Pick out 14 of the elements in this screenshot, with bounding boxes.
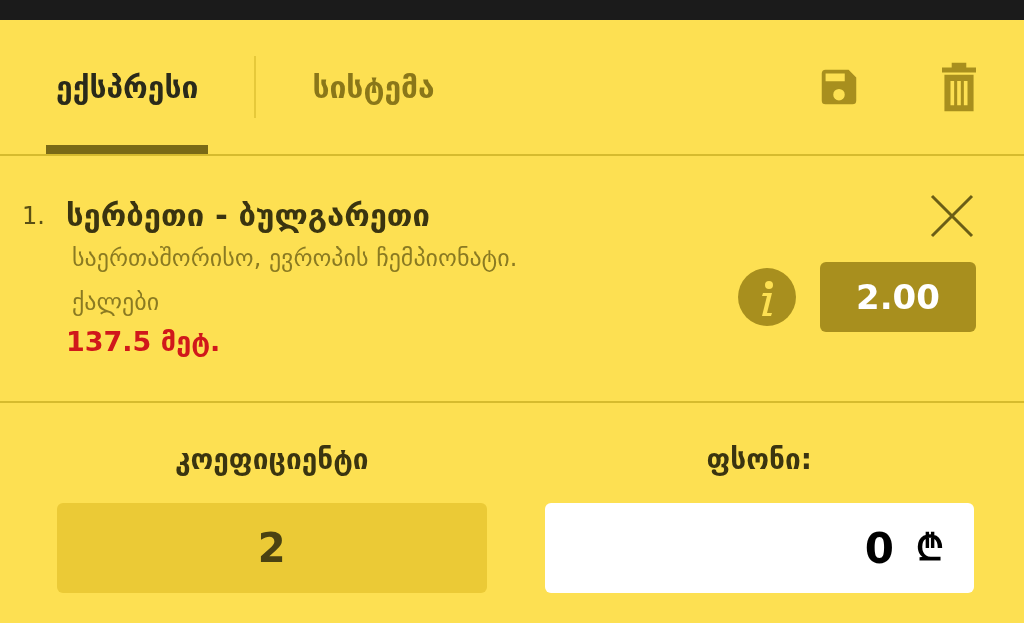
stake-input[interactable]: 0 ₾ [544,503,974,593]
coefficient-label: კოეფიციენტი [174,442,369,478]
league-name: საერთაშორისო, ევროპის ჩემპიონატი. ქალები [71,243,519,318]
market-label: 137.5 მეტ. [66,325,222,359]
close-icon[interactable] [930,194,974,238]
trash-icon[interactable] [942,62,976,112]
tab[interactable]: ექსპრესი [46,20,209,154]
bet-number: 1. [22,201,46,232]
stake-value: 0 [864,522,894,575]
currency-sign: ₾ [916,526,944,570]
info-icon[interactable] [738,268,796,326]
stake-label: ფსონი: [706,442,812,478]
match-title: სერბეთი - ბულგარეთი [66,196,431,235]
coefficient-value: 2 [57,503,487,593]
